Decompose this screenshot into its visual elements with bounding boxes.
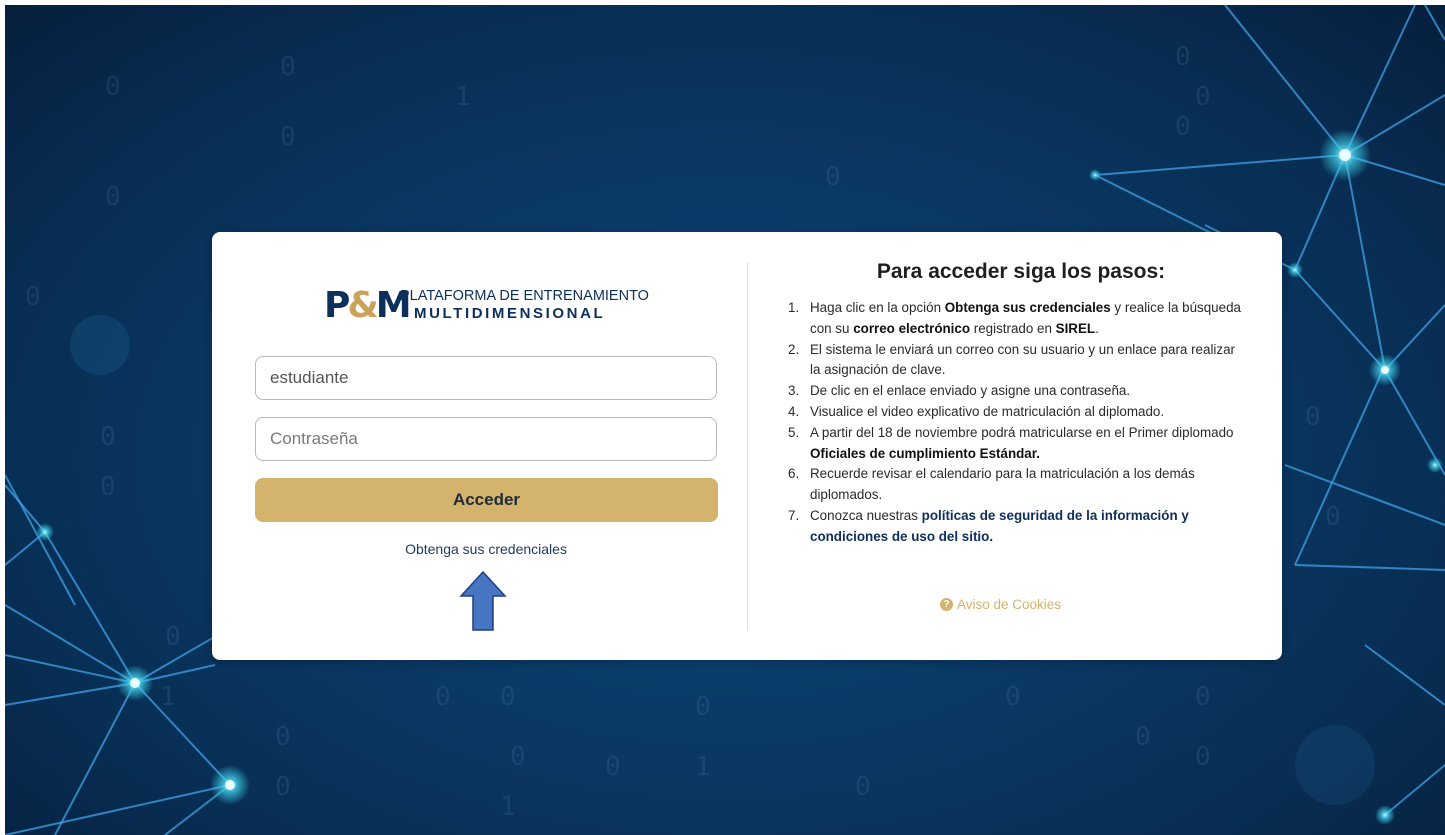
svg-text:0: 0 — [1175, 42, 1191, 72]
steps-title: Para acceder siga los pasos: — [876, 260, 1166, 283]
logo-title-line2: MULTIDIMENSIONAL — [414, 305, 606, 322]
svg-text:0: 0 — [100, 422, 116, 452]
step-item: 2. El sistema le enviará un correo con su… — [788, 341, 1236, 378]
svg-text:0: 0 — [435, 682, 451, 712]
step-item: 6. Recuerde revisar el calendario para la… — [788, 466, 1195, 503]
svg-text:0: 0 — [280, 52, 296, 82]
svg-text:0: 0 — [25, 282, 41, 312]
logo-mark: P&M — [324, 285, 412, 326]
svg-text:0: 0 — [1305, 402, 1321, 432]
login-button[interactable]: Acceder — [255, 478, 718, 522]
svg-text:0: 0 — [275, 722, 291, 752]
svg-text:1: 1 — [160, 682, 176, 712]
question-circle-icon: ? — [940, 598, 953, 611]
svg-text:0: 0 — [1195, 682, 1211, 712]
step-item: 1. Haga clic en la opción Obtenga sus cre… — [788, 300, 1241, 336]
username-input[interactable] — [255, 356, 717, 400]
svg-text:0: 0 — [105, 72, 121, 102]
cookie-notice-label: Aviso de Cookies — [957, 597, 1062, 612]
step-item: 7. Conozca nuestras políticas de segurida… — [788, 507, 1189, 544]
svg-text:0: 0 — [1325, 502, 1341, 532]
brand-logo: P&M PLATAFORMA DE ENTRENAMIENTO MULTIDIM… — [324, 284, 654, 326]
steps-list: 1. Haga clic en la opción Obtenga sus cre… — [788, 298, 1248, 548]
svg-text:0: 0 — [825, 162, 841, 192]
step-item: 5. A partir del 18 de noviembre podrá mat… — [788, 424, 1234, 461]
svg-text:0: 0 — [1195, 742, 1211, 772]
step-item: 3. De clic en el enlace enviado y asigne … — [788, 383, 1131, 399]
svg-text:0: 0 — [500, 682, 516, 712]
svg-text:0: 0 — [510, 742, 526, 772]
svg-text:0: 0 — [855, 772, 871, 802]
svg-text:0: 0 — [165, 622, 181, 652]
svg-text:0: 0 — [275, 772, 291, 802]
password-input[interactable] — [255, 417, 717, 461]
svg-text:0: 0 — [1135, 722, 1151, 752]
svg-text:0: 0 — [695, 692, 711, 722]
logo-title-line1: PLATAFORMA DE ENTRENAMIENTO — [400, 288, 649, 304]
svg-text:0: 0 — [1005, 682, 1021, 712]
svg-text:0: 0 — [1175, 112, 1191, 142]
get-credentials-link[interactable]: Obtenga sus credenciales — [212, 541, 760, 557]
arrow-up-icon — [459, 570, 507, 631]
step-item: 4. Visualice el video explicativo de matr… — [788, 403, 1165, 419]
svg-text:0: 0 — [100, 472, 116, 502]
svg-text:1: 1 — [455, 82, 471, 112]
svg-text:0: 0 — [280, 122, 296, 152]
svg-text:1: 1 — [695, 752, 711, 782]
svg-text:1: 1 — [500, 792, 516, 822]
login-card: P&M PLATAFORMA DE ENTRENAMIENTO MULTIDIM… — [212, 232, 1282, 660]
card-divider — [747, 262, 748, 630]
cookie-notice-link[interactable]: ? Aviso de Cookies — [940, 597, 1061, 612]
svg-text:0: 0 — [105, 182, 121, 212]
svg-text:0: 0 — [1195, 82, 1211, 112]
svg-text:0: 0 — [605, 752, 621, 782]
